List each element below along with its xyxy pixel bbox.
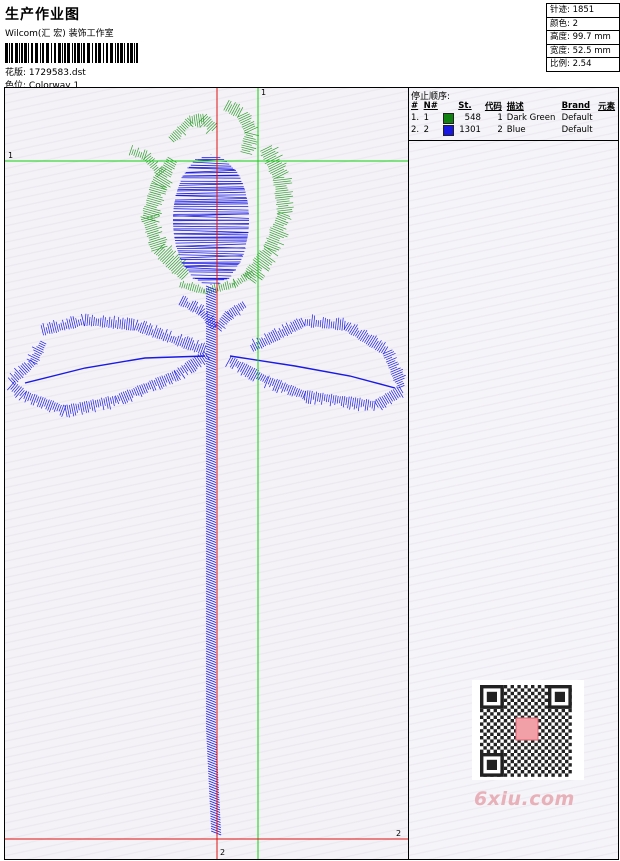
- color-count: 颜色: 2: [547, 16, 619, 31]
- guide-label-top: 1: [261, 88, 267, 97]
- stitch-count: 针迹: 1851: [547, 3, 619, 17]
- row-element: [596, 112, 618, 124]
- col-brand: Brand: [561, 101, 591, 111]
- col-index: #: [411, 101, 419, 111]
- col-swatch: [441, 100, 457, 112]
- design-width: 宽度: 52.5 mm: [547, 43, 619, 58]
- col-stitches: St.: [458, 101, 472, 111]
- col-needle: N#: [423, 101, 438, 111]
- row-index: 1.: [411, 113, 420, 123]
- row-brand: Default: [561, 113, 593, 123]
- design-height: 高度: 99.7 mm: [547, 30, 619, 44]
- row-brand: Default: [561, 125, 593, 135]
- page-title: 生产作业图: [5, 7, 80, 23]
- col-element: 元素: [598, 102, 616, 112]
- design-line: 花版: 1729583.dst: [5, 65, 545, 78]
- row-code: 2: [497, 125, 503, 135]
- barcode: [5, 43, 138, 63]
- qr-code: [472, 680, 584, 780]
- row-desc: Blue: [506, 125, 526, 135]
- table-row: 2. 2 1301 2 Blue Default: [409, 124, 618, 136]
- row-swatch: [441, 112, 457, 124]
- row-element: [596, 124, 618, 136]
- thread-table-header: # N# St. 代码 描述 Brand 元素: [409, 100, 618, 112]
- header: 生产作业图 Wilcom(汇 宏) 装饰工作室 花版: 1729583.dst …: [5, 4, 545, 91]
- row-index: 2.: [411, 125, 420, 135]
- embroidery-design: [5, 88, 408, 859]
- row-code: 1: [497, 113, 503, 123]
- color-swatch: [442, 112, 454, 124]
- guide-label-right: 2: [396, 829, 402, 838]
- design-scale: 比例: 2.54: [547, 57, 619, 71]
- panel-divider: [409, 140, 618, 141]
- row-needle: 1: [423, 113, 430, 123]
- thread-table: # N# St. 代码 描述 Brand 元素 1. 1 548 1 Dark …: [409, 100, 618, 136]
- guide-label-left: 1: [8, 151, 14, 160]
- company-name: Wilcom(汇 宏) 装饰工作室: [5, 29, 114, 39]
- row-needle: 2: [423, 125, 430, 135]
- watermark: 6xiu.com: [474, 788, 575, 810]
- info-table: 针迹: 1851 颜色: 2 高度: 99.7 mm 宽度: 52.5 mm 比…: [546, 3, 620, 72]
- design-value: 1729583.dst: [28, 68, 86, 78]
- row-desc: Dark Green: [506, 113, 556, 123]
- design-label: 花版:: [5, 68, 27, 78]
- guide-label-bottom: 2: [220, 848, 226, 857]
- embroidery-canvas: 1 1 2 2: [5, 88, 409, 859]
- col-desc: 描述: [506, 102, 524, 112]
- row-stitches: 1301: [459, 125, 481, 135]
- col-code: 代码: [484, 102, 502, 112]
- blue-thread-layer: [7, 154, 406, 836]
- color-swatch: [442, 124, 454, 136]
- row-swatch: [441, 124, 457, 136]
- table-row: 1. 1 548 1 Dark Green Default: [409, 112, 618, 124]
- row-stitches: 548: [464, 113, 481, 123]
